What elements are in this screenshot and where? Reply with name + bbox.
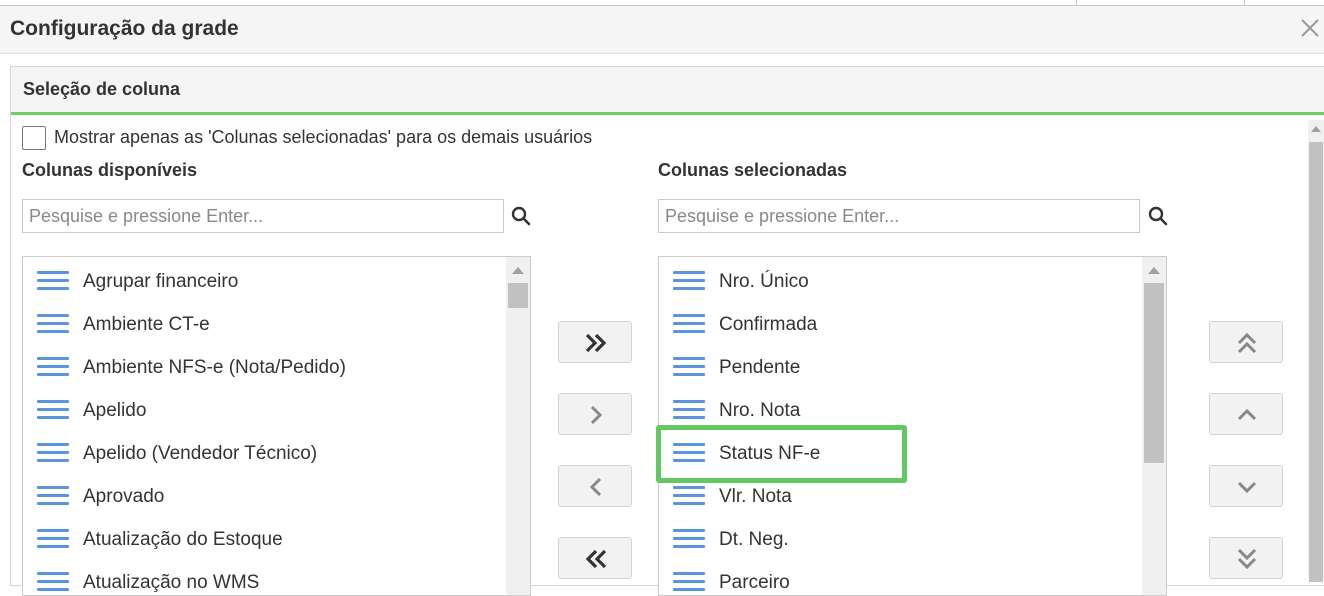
list-item-label: Pendente (719, 357, 801, 378)
list-item-label: Nro. Único (719, 271, 809, 292)
list-item[interactable]: Atualização do Estoque (23, 517, 503, 560)
list-item-label: Parceiro (719, 572, 790, 593)
list-item[interactable]: Aprovado (23, 474, 503, 517)
double-chevron-up-icon (1237, 332, 1257, 354)
drag-handle-icon[interactable] (37, 271, 69, 291)
double-chevron-left-icon (585, 549, 607, 569)
available-search-input[interactable] (22, 199, 504, 233)
drag-handle-icon[interactable] (673, 529, 705, 549)
drag-handle-icon[interactable] (37, 400, 69, 420)
show-selected-only-checkbox[interactable] (22, 126, 46, 150)
scroll-up-arrow-icon[interactable] (1148, 267, 1160, 274)
panel-title: Seleção de coluna (23, 79, 181, 99)
double-chevron-right-icon (585, 333, 607, 353)
drag-handle-icon[interactable] (37, 486, 69, 506)
move-down-button[interactable] (1209, 465, 1283, 507)
double-chevron-down-icon (1237, 548, 1257, 570)
list-item-label: Apelido (Vendedor Técnico) (83, 443, 318, 464)
list-item[interactable]: Agrupar financeiro (23, 259, 503, 302)
add-all-button[interactable] (558, 321, 632, 363)
move-to-top-button[interactable] (1209, 321, 1283, 363)
list-item-label: Atualização no WMS (83, 572, 260, 593)
drag-handle-icon[interactable] (37, 314, 69, 334)
list-item-label: Atualização do Estoque (83, 529, 283, 550)
drag-handle-icon[interactable] (37, 572, 69, 592)
list-item-label: Ambiente CT-e (83, 314, 210, 335)
list-item[interactable]: Confirmada (659, 302, 1139, 345)
remove-all-button[interactable] (558, 537, 632, 579)
list-item-label: Vlr. Nota (719, 486, 792, 507)
panel-scrollbar[interactable] (1308, 120, 1324, 582)
search-icon[interactable] (1148, 206, 1168, 226)
list-item[interactable]: Apelido (23, 388, 503, 431)
scroll-thumb[interactable] (1144, 283, 1164, 463)
chevron-down-icon (1237, 481, 1257, 494)
scroll-up-arrow-icon[interactable] (512, 267, 524, 274)
close-icon[interactable] (1298, 16, 1322, 40)
chevron-right-icon (590, 405, 603, 425)
selected-columns-heading: Colunas selecionadas (658, 160, 848, 180)
dialog-header: Configuração da grade (0, 6, 1324, 54)
list-item[interactable]: Dt. Neg. (659, 517, 1139, 560)
add-button[interactable] (558, 393, 632, 435)
drag-handle-icon[interactable] (37, 443, 69, 463)
selected-list-scrollbar[interactable] (1142, 257, 1166, 595)
drag-handle-icon[interactable] (673, 400, 705, 420)
list-item-label: Apelido (83, 400, 147, 421)
dialog-title: Configuração da grade (10, 17, 239, 40)
list-item[interactable]: Ambiente CT-e (23, 302, 503, 345)
list-item-label: Confirmada (719, 314, 818, 335)
drag-handle-icon[interactable] (37, 529, 69, 549)
scroll-up-arrow-icon[interactable] (1311, 126, 1321, 132)
list-item[interactable]: Atualização no WMS (23, 560, 503, 595)
drag-handle-icon[interactable] (673, 572, 705, 592)
list-item-label: Ambiente NFS-e (Nota/Pedido) (83, 357, 346, 378)
chevron-left-icon (589, 477, 602, 497)
list-item[interactable]: Apelido (Vendedor Técnico) (23, 431, 503, 474)
list-item[interactable]: Parceiro (659, 560, 1139, 595)
list-item-label: Dt. Neg. (719, 529, 789, 550)
drag-handle-icon[interactable] (37, 357, 69, 377)
drag-handle-icon[interactable] (673, 357, 705, 377)
available-list-scrollbar[interactable] (506, 257, 530, 595)
list-item-label: Nro. Nota (719, 400, 801, 421)
scroll-thumb[interactable] (508, 283, 528, 308)
move-up-button[interactable] (1209, 393, 1283, 435)
list-item[interactable]: Ambiente NFS-e (Nota/Pedido) (23, 345, 503, 388)
list-item[interactable]: Pendente (659, 345, 1139, 388)
panel-header: Seleção de coluna (11, 67, 1324, 115)
scroll-thumb[interactable] (1309, 142, 1323, 582)
list-item-label: Agrupar financeiro (83, 271, 239, 292)
list-item-label: Aprovado (83, 486, 165, 507)
selected-search-input[interactable] (658, 199, 1140, 233)
show-selected-only-label: Mostrar apenas as 'Colunas selecionadas'… (54, 127, 593, 147)
move-to-bottom-button[interactable] (1209, 537, 1283, 579)
search-icon[interactable] (511, 206, 531, 226)
chevron-up-icon (1237, 408, 1257, 421)
available-columns-heading: Colunas disponíveis (22, 160, 198, 180)
drag-handle-icon[interactable] (673, 314, 705, 334)
available-columns-list[interactable]: Agrupar financeiro Ambiente CT-e Ambiente … (22, 256, 531, 596)
list-item[interactable]: Nro. Único (659, 259, 1139, 302)
drag-handle-icon[interactable] (673, 271, 705, 291)
drag-handle-icon[interactable] (673, 486, 705, 506)
highlighted-item-outline (656, 425, 907, 483)
remove-button[interactable] (558, 465, 632, 507)
